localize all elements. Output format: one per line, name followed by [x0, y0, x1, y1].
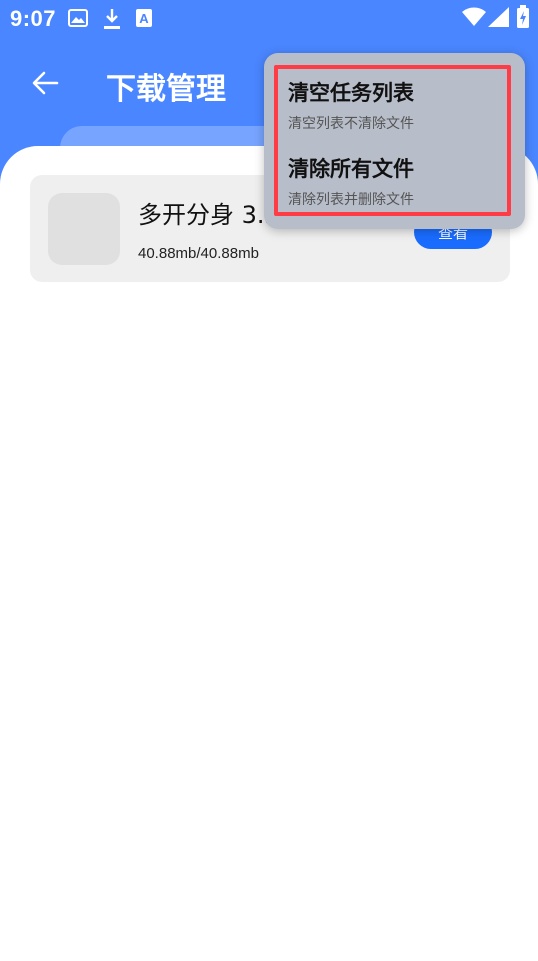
- back-button[interactable]: [26, 64, 64, 102]
- menu-item-clear-all-files[interactable]: 清除所有文件 清除列表并删除文件: [288, 153, 508, 209]
- download-icon: [102, 8, 122, 34]
- page-title: 下载管理: [106, 72, 226, 107]
- popup-menu: 清空任务列表 清空列表不清除文件 清除所有文件 清除列表并删除文件: [264, 53, 525, 229]
- status-bar: 9:07 A: [0, 0, 538, 38]
- menu-item-title: 清空任务列表: [288, 81, 414, 105]
- app-name: 多开分身 3.2: [138, 201, 280, 229]
- menu-item-clear-task-list[interactable]: 清空任务列表 清空列表不清除文件: [288, 77, 508, 133]
- battery-charging-icon: [516, 5, 530, 33]
- app-icon-placeholder: [48, 193, 120, 265]
- download-size: 40.88mb/40.88mb: [138, 245, 259, 262]
- svg-text:A: A: [139, 11, 149, 26]
- signal-icon: [488, 7, 510, 31]
- text-a-icon: A: [135, 8, 153, 32]
- arrow-left-icon: [32, 71, 59, 95]
- status-time: 9:07: [10, 6, 57, 31]
- wifi-icon: [462, 7, 486, 31]
- image-icon: [68, 8, 88, 32]
- menu-item-subtitle: 清除列表并删除文件: [288, 192, 414, 208]
- menu-item-title: 清除所有文件: [288, 157, 414, 181]
- menu-item-subtitle: 清空列表不清除文件: [288, 116, 414, 132]
